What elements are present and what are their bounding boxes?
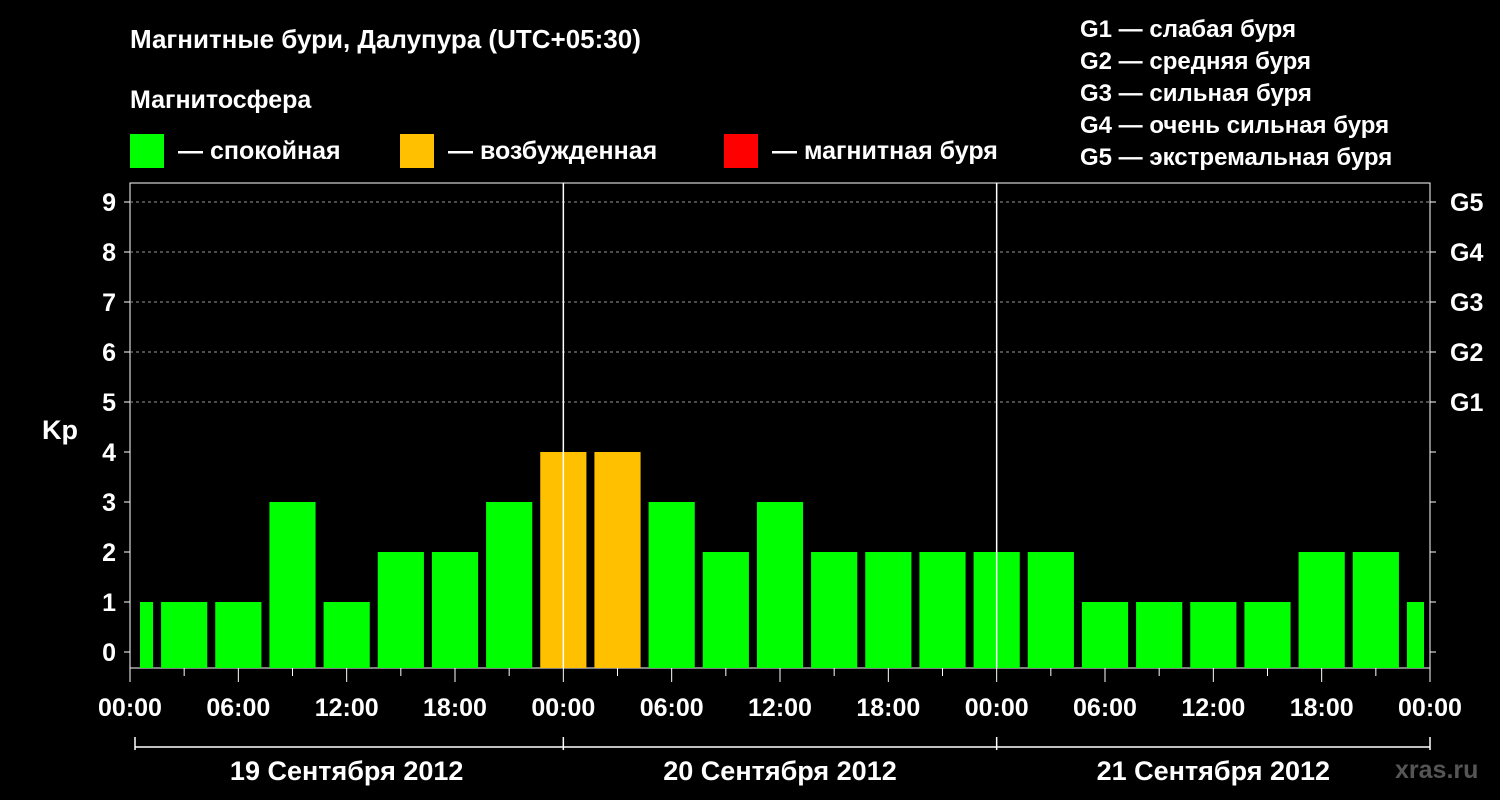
day-label: 19 Сентября 2012 <box>230 756 463 786</box>
x-tick-label: 06:00 <box>206 694 270 722</box>
g-scale-label: G5 <box>1450 189 1483 217</box>
kp-bar <box>140 602 154 668</box>
kp-bar <box>215 602 262 668</box>
y-tick-label: 9 <box>102 189 116 217</box>
y-tick-label: 5 <box>102 389 116 417</box>
y-tick-label: 6 <box>102 339 116 367</box>
x-tick-label: 18:00 <box>856 694 920 722</box>
kp-chart: 0 1 2 3 4 5 6 7 8 9 G1 G2 G3 G4 G5 Kp 00:00 06:00 12:00 18:… <box>42 182 1483 786</box>
y-tick-label: 4 <box>102 439 116 467</box>
kp-bar <box>1136 602 1183 668</box>
kp-bar <box>377 552 424 668</box>
x-tick-label: 12:00 <box>1181 694 1245 722</box>
x-tick-label: 06:00 <box>640 694 704 722</box>
y-tick-label: 2 <box>102 539 116 567</box>
kp-bar <box>702 552 749 668</box>
x-tick-label: 06:00 <box>1073 694 1137 722</box>
x-tick-label: 00:00 <box>965 694 1029 722</box>
kp-bar <box>1027 552 1074 668</box>
y-tick-label: 3 <box>102 489 116 517</box>
day-label: 20 Сентября 2012 <box>663 756 896 786</box>
kp-bar <box>594 452 641 668</box>
g-scale-label: G1 <box>1450 389 1483 417</box>
kp-bar <box>919 552 966 668</box>
kp-bar <box>865 552 912 668</box>
kp-bar <box>323 602 370 668</box>
watermark: xras.ru <box>1395 756 1479 784</box>
x-tick-label: 12:00 <box>315 694 379 722</box>
y-tick-label: 0 <box>102 639 116 667</box>
kp-bar <box>269 502 316 668</box>
kp-bar <box>1352 552 1399 668</box>
x-tick-label: 18:00 <box>423 694 487 722</box>
g-scale-label: G3 <box>1450 289 1483 317</box>
y-tick-label: 8 <box>102 239 116 267</box>
x-tick-label: 00:00 <box>1398 694 1462 722</box>
x-tick-label: 18:00 <box>1290 694 1354 722</box>
kp-bar <box>1244 602 1291 668</box>
kp-bar <box>161 602 208 668</box>
kp-bar <box>1298 552 1345 668</box>
x-tick-label: 12:00 <box>748 694 812 722</box>
kp-bar <box>1406 602 1424 668</box>
y-axis-label: Kp <box>42 415 78 445</box>
g-scale-label: G2 <box>1450 339 1483 367</box>
x-tick-label: 00:00 <box>98 694 162 722</box>
day-label: 21 Сентября 2012 <box>1097 756 1330 786</box>
kp-bar <box>1081 602 1129 668</box>
kp-bar <box>756 502 804 668</box>
kp-bar <box>648 502 695 668</box>
kp-bar <box>486 502 533 668</box>
kp-bar <box>431 552 479 668</box>
kp-bar <box>811 552 858 668</box>
y-tick-label: 7 <box>102 289 116 317</box>
kp-bar <box>1190 602 1237 668</box>
y-tick-label: 1 <box>102 589 116 617</box>
g-scale-label: G4 <box>1450 239 1483 267</box>
x-tick-label: 00:00 <box>531 694 595 722</box>
